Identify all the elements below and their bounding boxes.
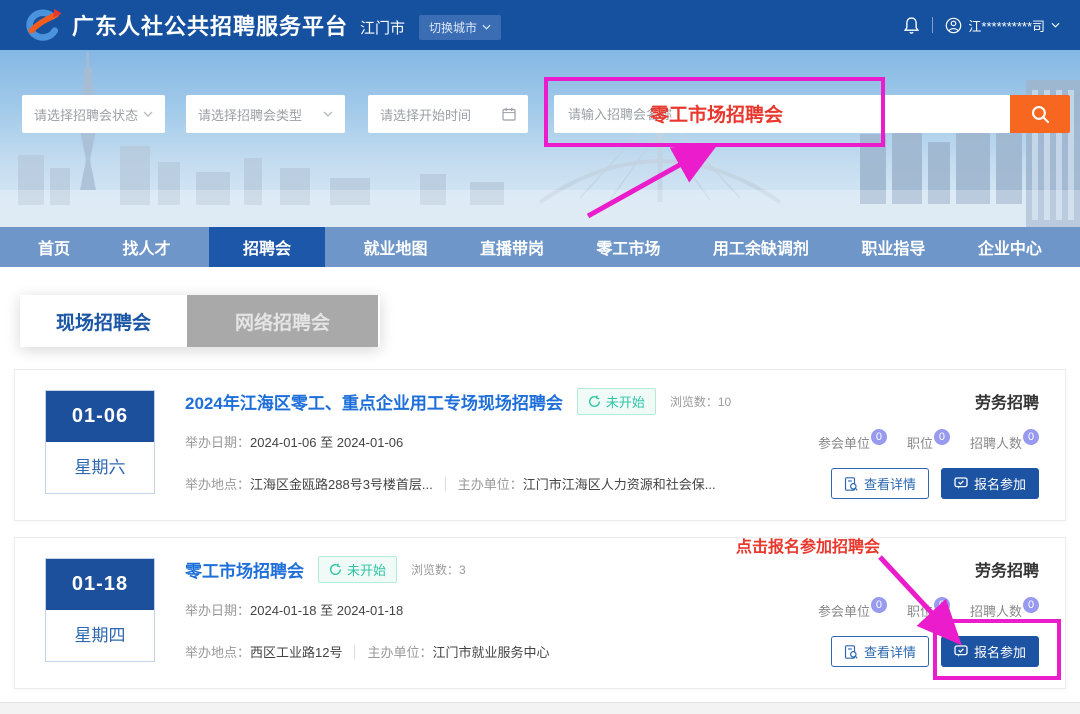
stat-count-badge: 0 [871,429,887,445]
user-name: 江**********司 [968,16,1045,35]
date-range: 2024-01-06 至 2024-01-06 [250,435,403,450]
status-badge: 未开始 [577,388,656,415]
signup-button[interactable]: 报名参加 [941,468,1039,499]
chevron-down-icon [1051,22,1060,28]
fair-stats: 参会单位0 职位0 招聘人数0 [818,601,1039,620]
stat-count-badge: 0 [934,597,950,613]
filter-row: 请选择招聘会状态 请选择招聘会类型 请选择开始时间 [0,95,1080,133]
tab-online-fair[interactable]: 网络招聘会 [187,295,378,347]
fair-stats: 参会单位0 职位0 招聘人数0 [818,433,1039,452]
location-value: 西区工业路12号 [250,642,342,661]
fair-date: 01-06 [46,391,154,442]
header-right-group: 江**********司 [903,16,1060,35]
city-skyline-image [0,50,1080,227]
views-count: 浏览数：3 [411,561,466,578]
main-nav: 首页 找人才 招聘会 就业地图 直播带岗 零工市场 用工余缺调剂 职业指导 企业… [0,227,1080,267]
clock-icon [329,563,342,576]
organizer-value: 江门市江海区人力资源和社会保... [523,474,716,493]
nav-item-find-talent[interactable]: 找人才 [108,227,184,267]
fair-weekday: 星期四 [46,610,154,661]
stat-count-badge: 0 [1023,429,1039,445]
view-details-button[interactable]: 查看详情 [831,636,929,667]
nav-item-home[interactable]: 首页 [24,227,84,267]
detail-icon [844,477,858,491]
search-button[interactable] [1010,95,1070,133]
site-logo-icon [20,7,62,43]
status-badge: 未开始 [318,556,397,583]
fair-status-select[interactable]: 请选择招聘会状态 [22,95,165,133]
calendar-icon [502,107,516,121]
fair-category: 劳务招聘 [975,389,1039,413]
fair-tabs: 现场招聘会 网络招聘会 [20,295,380,347]
fair-type-placeholder: 请选择招聘会类型 [198,105,302,124]
card-main: 2024年江海区零工、重点企业用工专场现场招聘会 未开始 浏览数：10 劳务招聘… [185,386,1039,504]
nav-item-employment-map[interactable]: 就业地图 [349,227,441,267]
tab-onsite-fair[interactable]: 现场招聘会 [20,295,187,347]
nav-item-labor-adjustment[interactable]: 用工余缺调剂 [699,227,823,267]
location-value: 江海区金瓯路288号3号楼首层... [250,474,433,493]
status-label: 未开始 [347,560,386,579]
date-label: 举办日期： [185,603,250,618]
switch-city-button[interactable]: 切换城市 [419,15,501,40]
banner-image: 请选择招聘会状态 请选择招聘会类型 请选择开始时间 [0,50,1080,227]
chevron-down-icon [143,111,153,117]
chevron-down-icon [323,111,333,117]
location-label: 举办地点： [185,642,250,661]
nav-item-job-fairs[interactable]: 招聘会 [209,227,325,267]
header-divider [932,17,933,33]
bell-icon[interactable] [903,16,920,35]
job-fair-card: 01-18 星期四 零工市场招聘会 未开始 浏览数：3 劳务 [14,537,1066,689]
date-label: 举办日期： [185,435,250,450]
current-city: 江门市 [360,12,405,38]
signup-icon [954,477,968,490]
top-header: 广东人社公共招聘服务平台 江门市 切换城市 江**********司 [0,0,1080,50]
status-label: 未开始 [606,392,645,411]
date-block: 01-06 星期六 [45,390,155,494]
organizer-label: 主办单位： [458,474,523,493]
signup-button[interactable]: 报名参加 [941,636,1039,667]
organizer-value: 江门市就业服务中心 [433,642,550,661]
stat-count-badge: 0 [934,429,950,445]
organizer-label: 主办单位： [367,642,432,661]
user-account-menu[interactable]: 江**********司 [945,16,1060,35]
meta-divider [354,645,355,659]
nav-item-career-guidance[interactable]: 职业指导 [847,227,939,267]
start-time-placeholder: 请选择开始时间 [380,105,471,124]
clock-icon [588,395,601,408]
fair-type-select[interactable]: 请选择招聘会类型 [186,95,345,133]
fair-date: 01-18 [46,559,154,610]
content-area: 现场招聘会 网络招聘会 01-06 星期六 2024年江海区零工、重点企业用工专… [0,267,1080,714]
view-details-button[interactable]: 查看详情 [831,468,929,499]
stat-count-badge: 0 [1023,597,1039,613]
search-input[interactable] [554,95,1010,133]
switch-city-label: 切换城市 [429,19,477,36]
meta-divider [445,477,446,491]
start-time-picker[interactable]: 请选择开始时间 [368,95,528,133]
location-label: 举办地点： [185,474,250,493]
nav-item-gig-market[interactable]: 零工市场 [582,227,674,267]
card-main: 零工市场招聘会 未开始 浏览数：3 劳务招聘 举办日期：2024-01-18 至… [185,554,1039,672]
site-title: 广东人社公共招聘服务平台 [72,9,348,41]
date-block: 01-18 星期四 [45,558,155,662]
nav-item-enterprise-center[interactable]: 企业中心 [964,227,1056,267]
chevron-down-icon [482,24,491,30]
signup-icon [954,645,968,658]
footer-strip [0,702,1080,714]
fair-category: 劳务招聘 [975,557,1039,581]
recruitment-platform-page: 广东人社公共招聘服务平台 江门市 切换城市 江**********司 [0,0,1080,714]
nav-item-live-jobs[interactable]: 直播带岗 [466,227,558,267]
detail-icon [844,645,858,659]
search-icon [1030,104,1051,125]
fair-status-placeholder: 请选择招聘会状态 [34,105,138,124]
fair-weekday: 星期六 [46,442,154,493]
fair-title-link[interactable]: 零工市场招聘会 [185,557,304,582]
views-count: 浏览数：10 [670,393,731,410]
stat-count-badge: 0 [871,597,887,613]
date-range: 2024-01-18 至 2024-01-18 [250,603,403,618]
fair-title-link[interactable]: 2024年江海区零工、重点企业用工专场现场招聘会 [185,389,563,414]
user-icon [945,17,962,34]
job-fair-card: 01-06 星期六 2024年江海区零工、重点企业用工专场现场招聘会 未开始 浏… [14,369,1066,521]
